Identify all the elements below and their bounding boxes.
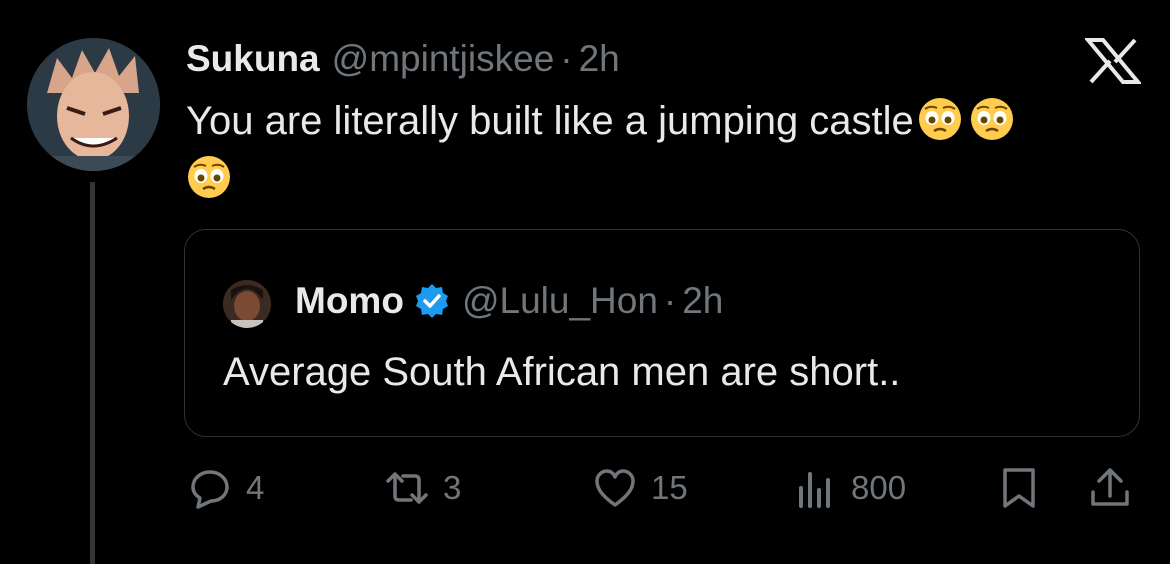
action-bar: 4 3 15 800 — [0, 466, 1170, 516]
like-count: 15 — [651, 469, 688, 506]
pleading-face-icon — [918, 98, 961, 140]
pleading-face-icon — [970, 98, 1013, 140]
x-logo-icon — [1085, 38, 1141, 84]
tweet-body: You are literally built like a jumping c… — [186, 99, 914, 143]
quote-text: Average South African men are short.. — [223, 350, 901, 394]
bookmark-button[interactable] — [997, 466, 1041, 510]
bookmark-icon — [1003, 468, 1035, 508]
verified-badge-icon — [415, 284, 448, 318]
quote-author-name[interactable]: Momo — [295, 280, 404, 322]
tweet-text: You are literally built like a jumping c… — [186, 92, 1146, 208]
quote-tweet[interactable]: Momo @Lulu_Hon · 2h Average South Africa… — [184, 229, 1140, 437]
like-button[interactable]: 15 — [593, 466, 688, 510]
author-handle[interactable]: @mpintjiskee — [332, 38, 555, 80]
share-button[interactable] — [1088, 466, 1132, 510]
reply-icon — [191, 470, 229, 509]
author-name[interactable]: Sukuna — [186, 38, 320, 80]
reply-button[interactable]: 4 — [188, 466, 264, 510]
quote-author-handle[interactable]: @Lulu_Hon — [462, 280, 658, 322]
separator-dot: · — [663, 280, 677, 321]
separator-dot: · — [560, 38, 573, 79]
quote-header: Momo @Lulu_Hon · 2h — [295, 280, 723, 322]
author-avatar[interactable] — [27, 38, 160, 171]
quote-time[interactable]: 2h — [682, 280, 723, 322]
views-count: 800 — [851, 469, 907, 506]
views-icon — [799, 472, 830, 508]
retweet-icon — [386, 472, 428, 504]
tweet-time[interactable]: 2h — [579, 38, 620, 80]
pleading-face-icon — [188, 156, 230, 198]
quote-author-avatar[interactable] — [223, 280, 271, 328]
like-icon — [595, 469, 635, 507]
reply-count: 4 — [246, 469, 265, 506]
share-icon — [1091, 468, 1129, 506]
retweet-count: 3 — [443, 469, 462, 506]
views-button[interactable]: 800 — [793, 466, 906, 510]
tweet-header: Sukuna @mpintjiskee · 2h — [186, 38, 620, 82]
retweet-button[interactable]: 3 — [385, 466, 461, 510]
